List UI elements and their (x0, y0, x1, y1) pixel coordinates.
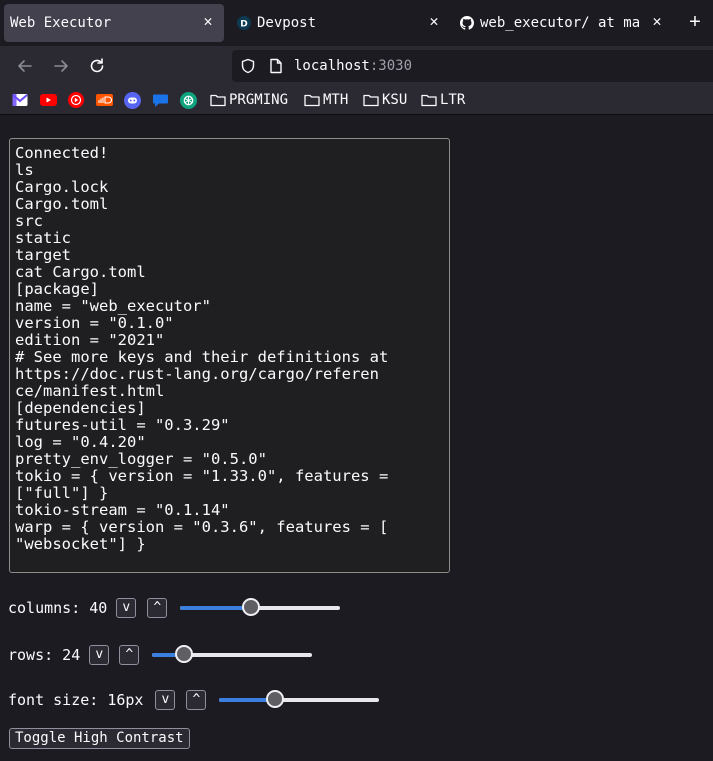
tab-label: Devpost (257, 15, 317, 31)
font-size-increase-button[interactable]: ^ (186, 690, 207, 710)
bookmark-folder-prgming[interactable]: PRGMING (210, 91, 288, 109)
navigation-toolbar: localhost:3030 (0, 46, 713, 86)
bookmark-folder-mth[interactable]: MTH (304, 91, 348, 109)
bookmark-chatgpt[interactable] (180, 91, 197, 109)
back-button[interactable] (13, 54, 37, 78)
youtube-music-icon (68, 92, 84, 108)
bookmark-proton-mail[interactable] (12, 91, 28, 109)
arrow-left-icon (18, 60, 32, 72)
tab-strip: Web Executor ✕ D Devpost ✕ web_executor/… (0, 0, 713, 46)
slider-thumb[interactable] (241, 598, 260, 616)
svg-text:D: D (240, 20, 247, 30)
font-size-decrease-button[interactable]: v (155, 690, 176, 710)
tab-devpost[interactable]: D Devpost ✕ (230, 4, 450, 42)
terminal-text: Connected! ls Cargo.lock Cargo.toml src … (15, 144, 389, 553)
folder-icon (304, 94, 320, 107)
url-host: localhost (294, 58, 370, 74)
rows-label: rows: 24 (8, 646, 81, 664)
bookmark-folder-label: LTR (440, 92, 466, 108)
terminal-output[interactable]: Connected! ls Cargo.lock Cargo.toml src … (9, 138, 450, 573)
url-bar[interactable]: localhost:3030 (232, 50, 713, 82)
rows-slider[interactable] (152, 645, 313, 665)
columns-control: columns: 40 v ^ (8, 598, 341, 618)
bookmark-folder-label: KSU (382, 92, 408, 108)
arrow-right-icon (54, 60, 68, 72)
slider-fill (180, 606, 251, 610)
folder-icon (421, 94, 437, 107)
close-icon[interactable]: ✕ (426, 12, 442, 30)
bookmark-folder-label: MTH (323, 92, 349, 108)
rows-control: rows: 24 v ^ (8, 645, 313, 665)
new-tab-button[interactable]: + (684, 12, 706, 34)
close-icon[interactable]: ✕ (649, 12, 665, 30)
soundcloud-icon (96, 94, 113, 106)
tab-github[interactable]: web_executor/ at ma ✕ (453, 4, 673, 42)
folder-icon (363, 94, 379, 107)
rows-increase-button[interactable]: ^ (119, 645, 140, 665)
page-content: Connected! ls Cargo.lock Cargo.toml src … (0, 115, 713, 761)
font-size-slider[interactable] (219, 690, 380, 710)
bookmarks-toolbar: PRGMING MTH KSU LTR (0, 86, 713, 115)
chat-bubble-icon (153, 94, 168, 107)
url-port: :3030 (369, 58, 413, 74)
slider-thumb[interactable] (175, 645, 194, 663)
close-icon[interactable]: ✕ (200, 12, 216, 30)
bookmark-folder-label: PRGMING (229, 92, 289, 108)
bookmark-messages[interactable] (152, 91, 169, 109)
font-size-label: font size: 16px (8, 691, 144, 709)
columns-label: columns: 40 (8, 599, 108, 617)
forward-button[interactable] (49, 54, 73, 78)
url-text[interactable]: localhost:3030 (294, 58, 412, 74)
shield-icon[interactable] (240, 58, 256, 74)
columns-slider[interactable] (180, 598, 341, 618)
rows-decrease-button[interactable]: v (89, 645, 110, 665)
tab-web-executor[interactable]: Web Executor ✕ (4, 4, 224, 42)
bookmark-youtube-music[interactable] (68, 91, 84, 109)
toggle-high-contrast-button[interactable]: Toggle High Contrast (9, 728, 190, 749)
columns-increase-button[interactable]: ^ (147, 598, 168, 618)
bookmark-discord[interactable] (124, 91, 141, 109)
youtube-icon (40, 94, 57, 106)
folder-icon (210, 94, 226, 107)
discord-icon (124, 91, 141, 109)
openai-icon (180, 91, 197, 109)
bookmark-folder-ksu[interactable]: KSU (363, 91, 407, 109)
github-icon (460, 16, 474, 30)
bookmark-youtube[interactable] (40, 91, 57, 109)
font-size-control: font size: 16px v ^ (8, 690, 380, 710)
slider-thumb[interactable] (266, 690, 285, 708)
reload-icon (90, 58, 104, 73)
devpost-icon: D (237, 16, 251, 30)
bookmark-soundcloud[interactable] (96, 91, 113, 109)
mail-icon (12, 94, 28, 106)
bookmark-folder-ltr[interactable]: LTR (421, 91, 465, 109)
tab-label: web_executor/ at ma (480, 15, 641, 31)
reload-button[interactable] (85, 54, 109, 78)
columns-decrease-button[interactable]: v (116, 598, 137, 618)
page-icon[interactable] (269, 58, 283, 74)
tab-label: Web Executor (10, 15, 112, 31)
